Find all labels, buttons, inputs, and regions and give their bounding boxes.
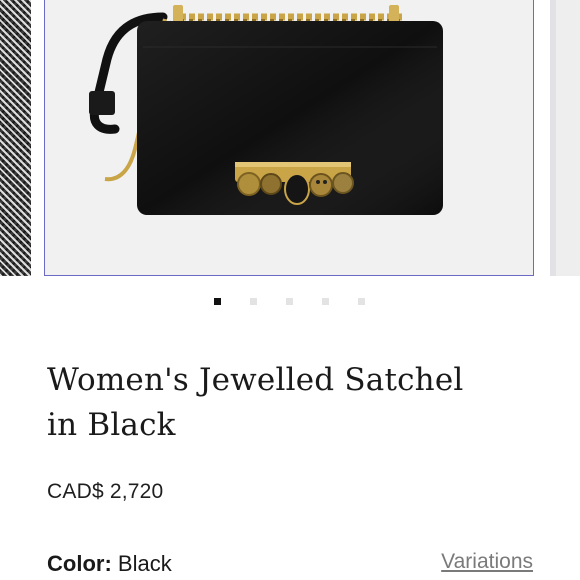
previous-slide-houndstooth-image[interactable] [0,0,31,276]
carousel-pagination [0,298,580,306]
carousel-dot-4[interactable] [322,298,329,305]
jewelled-satchel-image [89,5,443,215]
carousel-dot-5[interactable] [358,298,365,305]
product-price: CAD$ 2,720 [47,480,164,503]
carousel-dot-1[interactable] [214,298,221,305]
color-selection: Color: Black [47,551,172,577]
carousel-dot-2[interactable] [250,298,257,305]
product-title-line-1: Women's Jewelled Satchel [47,362,464,398]
carousel-dot-3[interactable] [286,298,293,305]
product-title-line-2: in Black [47,407,176,443]
product-image-carousel[interactable] [0,0,580,278]
strap-buckle [89,91,115,115]
variations-link[interactable]: Variations [441,550,533,574]
color-label: Color: [47,551,112,576]
product-title: Women's Jewelled Satchel in Black [47,358,527,448]
main-product-slide[interactable] [44,0,534,276]
next-slide-edge [550,0,556,276]
previous-slide-shade [0,0,31,70]
color-value: Black [117,551,172,576]
